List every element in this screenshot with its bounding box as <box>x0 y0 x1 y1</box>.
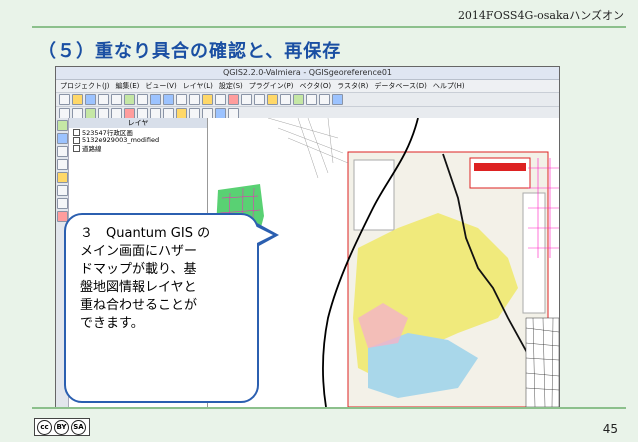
menu-project[interactable]: プロジェクト(J) <box>60 80 110 92</box>
refresh-icon[interactable] <box>202 94 213 105</box>
header-divider <box>32 26 626 28</box>
print-composer-icon[interactable] <box>111 94 122 105</box>
menu-plugins[interactable]: プラグイン(P) <box>249 80 294 92</box>
slide-title: （５）重なり具合の確認と、再保存 <box>38 41 342 62</box>
open-project-icon[interactable] <box>72 94 83 105</box>
select-icon[interactable] <box>228 94 239 105</box>
menu-database[interactable]: データベース(D) <box>374 80 427 92</box>
zoom-full-icon[interactable] <box>176 94 187 105</box>
add-csv-icon[interactable] <box>57 198 68 209</box>
road-mesh-top <box>267 117 349 179</box>
bookmark-icon[interactable] <box>280 94 291 105</box>
qgis-menubar: プロジェクト(J) 編集(E) ビュー(V) レイヤ(L) 設定(S) プラグイ… <box>56 80 559 93</box>
menu-view[interactable]: ビュー(V) <box>145 80 176 92</box>
text-annotation-icon[interactable] <box>293 94 304 105</box>
zoom-layer-icon[interactable] <box>189 94 200 105</box>
footer-divider <box>32 407 626 409</box>
field-calculator-icon[interactable] <box>319 94 330 105</box>
identify-icon[interactable] <box>215 94 226 105</box>
menu-settings[interactable]: 設定(S) <box>219 80 243 92</box>
add-vector-icon[interactable] <box>57 120 68 131</box>
page-number: 45 <box>602 422 618 436</box>
deselect-icon[interactable] <box>241 94 252 105</box>
qgis-toolbar-1 <box>56 93 559 107</box>
layer-item[interactable]: 道路線 <box>69 144 207 153</box>
help-icon[interactable] <box>332 94 343 105</box>
menu-help[interactable]: ヘルプ(H) <box>433 80 465 92</box>
callout-tail-inner <box>255 226 273 244</box>
hazard-map-title-bar <box>474 163 526 171</box>
menu-raster[interactable]: ラスタ(R) <box>337 80 368 92</box>
cc-license-badge: cc BY SA <box>34 418 90 436</box>
zoom-out-icon[interactable] <box>163 94 174 105</box>
by-icon: BY <box>54 419 69 435</box>
hazard-map-legend-right <box>522 192 546 314</box>
add-raster-icon[interactable] <box>57 133 68 144</box>
zoom-in-icon[interactable] <box>150 94 161 105</box>
add-wfs-icon[interactable] <box>57 185 68 196</box>
callout-line: ３ Quantum GIS の <box>80 226 211 241</box>
menu-edit[interactable]: 編集(E) <box>116 80 140 92</box>
pan-icon[interactable] <box>124 94 135 105</box>
add-spatialite-icon[interactable] <box>57 159 68 170</box>
menu-layer[interactable]: レイヤ(L) <box>183 80 213 92</box>
sa-icon: SA <box>71 419 86 435</box>
callout-box: ３ Quantum GIS の メイン画面にハザー ドマップが載り、基 盤地図情… <box>64 213 259 403</box>
callout-line: できます。 <box>80 316 144 331</box>
cc-icon: cc <box>37 419 52 435</box>
callout-line: 重ね合わせることが <box>80 298 198 313</box>
callout-line: メイン画面にハザー <box>80 244 198 259</box>
save-as-icon[interactable] <box>98 94 109 105</box>
hazard-map-title-box <box>469 157 531 189</box>
measure-icon[interactable] <box>254 94 265 105</box>
save-project-icon[interactable] <box>85 94 96 105</box>
map-canvas[interactable] <box>208 117 559 407</box>
header-title: 2014FOSS4G-osakaハンズオン <box>457 9 624 22</box>
callout-line: ドマップが載り、基 <box>80 262 197 277</box>
map-rendering <box>216 117 559 407</box>
layer-name: 道路線 <box>82 145 102 153</box>
new-project-icon[interactable] <box>59 94 70 105</box>
add-wms-icon[interactable] <box>57 172 68 183</box>
layer-checkbox[interactable] <box>73 128 80 136</box>
qgis-titlebar: QGIS2.2.0-Valmiera - QGISgeoreference01 <box>56 67 559 80</box>
hazard-map-legend-left <box>353 159 395 231</box>
layer-checkbox[interactable] <box>73 136 80 144</box>
pan-to-selection-icon[interactable] <box>137 94 148 105</box>
callout-line: 盤地図情報レイヤと <box>80 280 197 295</box>
attribute-table-icon[interactable] <box>306 94 317 105</box>
map-tips-icon[interactable] <box>267 94 278 105</box>
menu-vector[interactable]: ベクタ(O) <box>299 80 331 92</box>
layer-item[interactable]: 523547行政区画 <box>69 128 207 137</box>
add-postgis-icon[interactable] <box>57 146 68 157</box>
layer-checkbox[interactable] <box>73 144 80 152</box>
